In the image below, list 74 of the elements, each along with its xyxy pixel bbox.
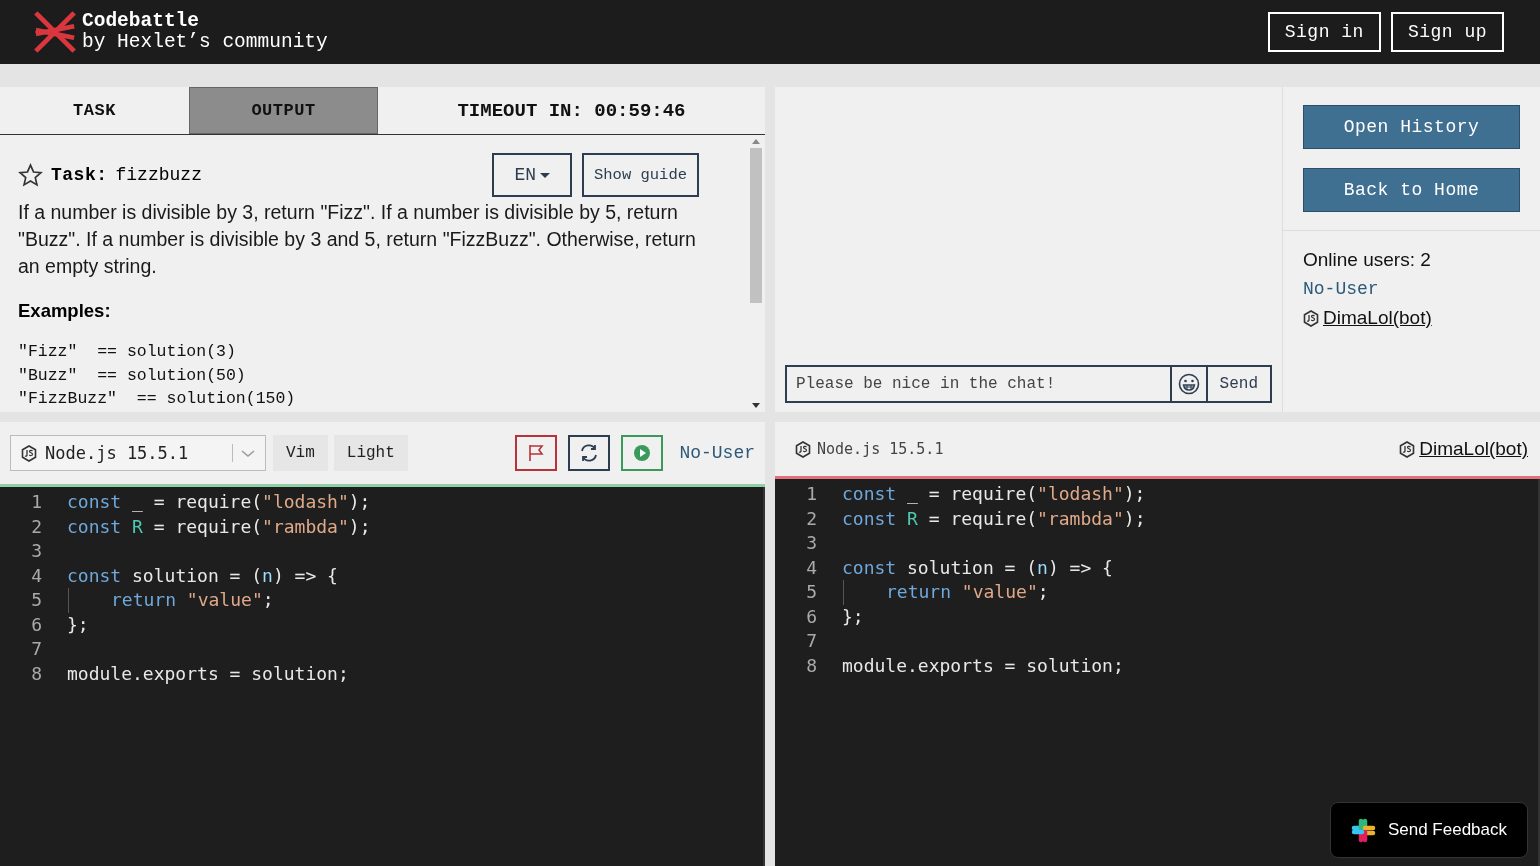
editor-mode-button[interactable]: Vim xyxy=(273,435,328,471)
language-label: Node.js 15.5.1 xyxy=(45,443,189,463)
player-name: No-User xyxy=(679,443,755,463)
example-line: "Fizz" == solution(3) xyxy=(18,341,237,363)
nav-button[interactable]: Open History xyxy=(1303,105,1520,149)
logo-cross-icon xyxy=(32,9,78,55)
emoji-button[interactable] xyxy=(1169,365,1208,403)
code-line: const _ = require("lodash"); xyxy=(842,482,1146,506)
user-link[interactable]: DimaLol(bot) xyxy=(1323,307,1432,329)
line-number: 7 xyxy=(805,629,818,653)
scrollbar-thumb[interactable] xyxy=(750,148,762,303)
online-users-count: Online users: 2 xyxy=(1303,249,1432,271)
reset-button[interactable] xyxy=(568,435,611,471)
caret-icon xyxy=(540,172,550,178)
code-line: module.exports = solution; xyxy=(842,653,1124,678)
auth-button[interactable]: Sign in xyxy=(1267,12,1381,52)
line-number: 1 xyxy=(30,490,43,514)
nodejs-hex-icon xyxy=(795,440,811,458)
example-line: "FizzBuzz" == solution(150) xyxy=(18,388,297,410)
scroll-down-icon xyxy=(752,403,760,408)
code-line: const R = require("rambda"); xyxy=(842,506,1146,531)
nodejs-hex-icon xyxy=(1399,440,1416,458)
line-number: 8 xyxy=(30,661,43,686)
language-dropdown[interactable]: EN xyxy=(492,153,572,197)
timeout-timer: TIMEOUT IN: 00:59:46 xyxy=(456,98,687,124)
code-area[interactable]: 1 const _ = require("lodash"); 2 const R = require("rambda"); 3 4 const solution = (n) => { 5 return "value"; 6 }; 7 8 module.exports = solution; xyxy=(0,487,765,866)
example-line: "Buzz" == solution(50) xyxy=(18,364,247,387)
send-feedback-button[interactable]: Send Feedback xyxy=(1329,802,1528,858)
task-name: fizzbuzz xyxy=(115,165,202,185)
chat-input[interactable]: Please be nice in the chat! xyxy=(785,365,1170,403)
show-guide-button[interactable]: Show guide xyxy=(582,153,699,197)
give-up-button[interactable] xyxy=(515,435,558,471)
code-line: module.exports = solution; xyxy=(67,661,349,686)
run-button[interactable] xyxy=(621,435,664,471)
code-line: const solution = (n) => { xyxy=(842,555,1113,580)
auth-button[interactable]: Sign up xyxy=(1390,12,1504,52)
examples-heading: Examples: xyxy=(18,300,112,322)
logo-title[interactable]: Codebattle xyxy=(82,11,328,32)
code-line: }; xyxy=(67,612,89,637)
task-label: Task: xyxy=(51,165,108,185)
logo-subtitle: by Hexlet’s community xyxy=(82,32,328,53)
nodejs-hex-icon xyxy=(21,444,37,462)
send-button[interactable]: Send xyxy=(1207,365,1272,403)
line-number: 3 xyxy=(805,531,818,555)
hash-logo-icon xyxy=(1350,817,1376,843)
task-description: If a number is divisible by 3, return "Fizz". If a number is divisible by 5, return "Buzz". If a number is divisible by 3 and 5, return "FizzBuzz". Otherwise, return an empty string. xyxy=(18,200,697,279)
nodejs-hex-icon xyxy=(1303,309,1319,327)
line-number: 4 xyxy=(805,555,818,580)
line-number: 2 xyxy=(30,514,43,539)
code-line: const _ = require("lodash"); xyxy=(67,490,371,514)
chevron-down-icon xyxy=(241,449,255,457)
line-number: 7 xyxy=(30,637,43,661)
grinning-face-icon xyxy=(1177,373,1200,395)
nav-button[interactable]: Back to Home xyxy=(1303,168,1520,212)
line-number: 5 xyxy=(805,580,818,604)
line-number: 2 xyxy=(805,506,818,531)
scroll-up-icon xyxy=(752,139,760,144)
line-number: 3 xyxy=(30,539,43,563)
line-number: 6 xyxy=(805,604,818,629)
line-number: 1 xyxy=(805,482,818,506)
line-number: 4 xyxy=(30,563,43,588)
code-line: }; xyxy=(842,604,864,629)
line-number: 6 xyxy=(30,612,43,637)
tab[interactable]: OUTPUT xyxy=(189,87,378,134)
line-number: 5 xyxy=(30,588,43,612)
player-link[interactable]: DimaLol(bot) xyxy=(1419,438,1528,460)
line-number: 8 xyxy=(805,653,818,678)
code-line: const solution = (n) => { xyxy=(67,563,338,588)
code-line: const R = require("rambda"); xyxy=(67,514,371,539)
user-name: No-User xyxy=(1303,279,1380,299)
star-icon[interactable] xyxy=(18,162,43,188)
language-label: Node.js 15.5.1 xyxy=(817,440,944,458)
language-select[interactable]: Node.js 15.5.1 xyxy=(10,435,266,471)
editor-mode-button[interactable]: Light xyxy=(333,435,408,471)
